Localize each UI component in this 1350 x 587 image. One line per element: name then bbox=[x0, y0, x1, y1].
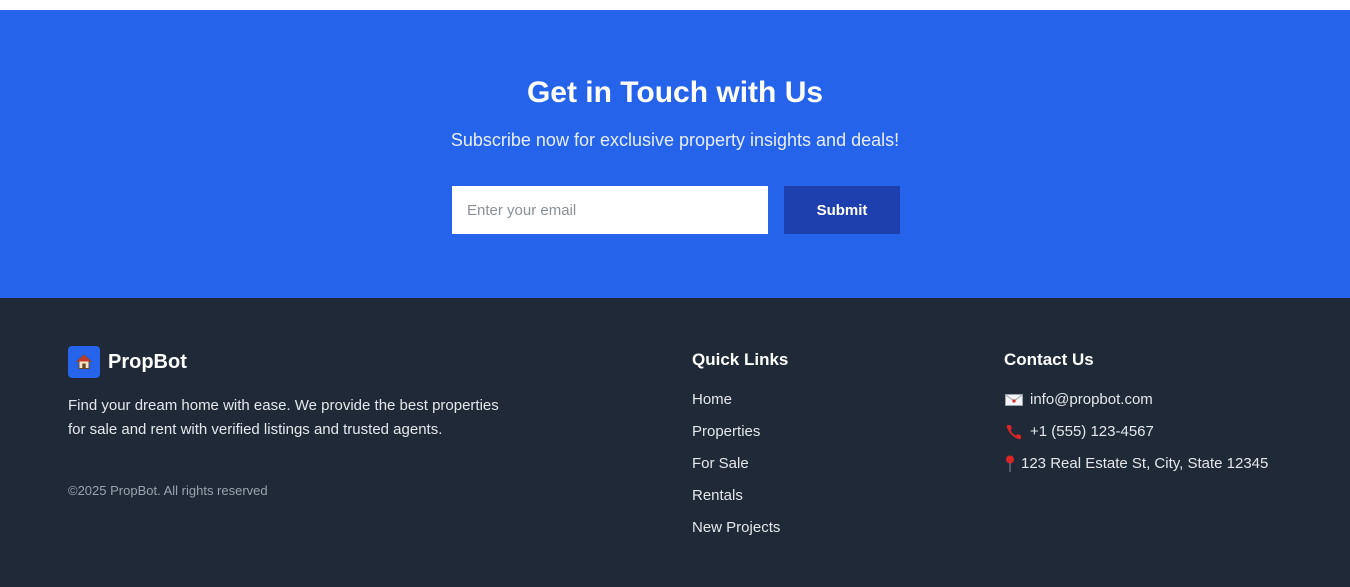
footer-link-properties[interactable]: Properties bbox=[692, 422, 788, 454]
contact-column: Contact Us info@propbot.com +1 (555) 123… bbox=[1004, 349, 1268, 486]
submit-button[interactable]: Submit bbox=[784, 186, 900, 234]
contact-email[interactable]: info@propbot.com bbox=[1004, 390, 1268, 422]
footer-link-for-sale[interactable]: For Sale bbox=[692, 454, 788, 486]
contact-address-text: 123 Real Estate St, City, State 12345 bbox=[1021, 455, 1269, 472]
envelope-icon bbox=[1004, 390, 1024, 410]
newsletter-title: Get in Touch with Us bbox=[526, 76, 824, 109]
newsletter-section: Get in Touch with Us Subscribe now for e… bbox=[0, 10, 1350, 298]
contact-email-text: info@propbot.com bbox=[1030, 391, 1153, 408]
phone-icon bbox=[1004, 422, 1024, 442]
quick-links-list: Home Properties For Sale Rentals New Pro… bbox=[692, 390, 788, 550]
copyright-text: ©2025 PropBot. All rights reserved bbox=[68, 483, 268, 498]
footer-link-rentals[interactable]: Rentals bbox=[692, 486, 788, 518]
quick-links-column: Quick Links Home Properties For Sale Ren… bbox=[692, 349, 788, 550]
contact-phone-text: +1 (555) 123-4567 bbox=[1030, 423, 1154, 440]
site-footer: PropBot Find your dream home with ease. … bbox=[0, 298, 1350, 587]
newsletter-subtitle: Subscribe now for exclusive property ins… bbox=[450, 130, 900, 150]
brand-description: Find your dream home with ease. We provi… bbox=[68, 397, 499, 438]
location-pin-icon bbox=[1004, 454, 1016, 474]
footer-link-new-projects[interactable]: New Projects bbox=[692, 518, 788, 550]
email-input[interactable] bbox=[452, 186, 768, 234]
footer-link-home[interactable]: Home bbox=[692, 390, 788, 422]
contact-list: info@propbot.com +1 (555) 123-4567 123 R… bbox=[1004, 390, 1268, 486]
contact-phone[interactable]: +1 (555) 123-4567 bbox=[1004, 422, 1268, 454]
house-icon bbox=[68, 346, 100, 378]
quick-links-title: Quick Links bbox=[692, 350, 789, 369]
footer-brand[interactable]: PropBot bbox=[68, 346, 187, 378]
top-page-strip bbox=[0, 0, 1350, 10]
contact-address: 123 Real Estate St, City, State 12345 bbox=[1004, 454, 1268, 486]
brand-name: PropBot bbox=[108, 350, 187, 373]
contact-title: Contact Us bbox=[1004, 350, 1094, 369]
